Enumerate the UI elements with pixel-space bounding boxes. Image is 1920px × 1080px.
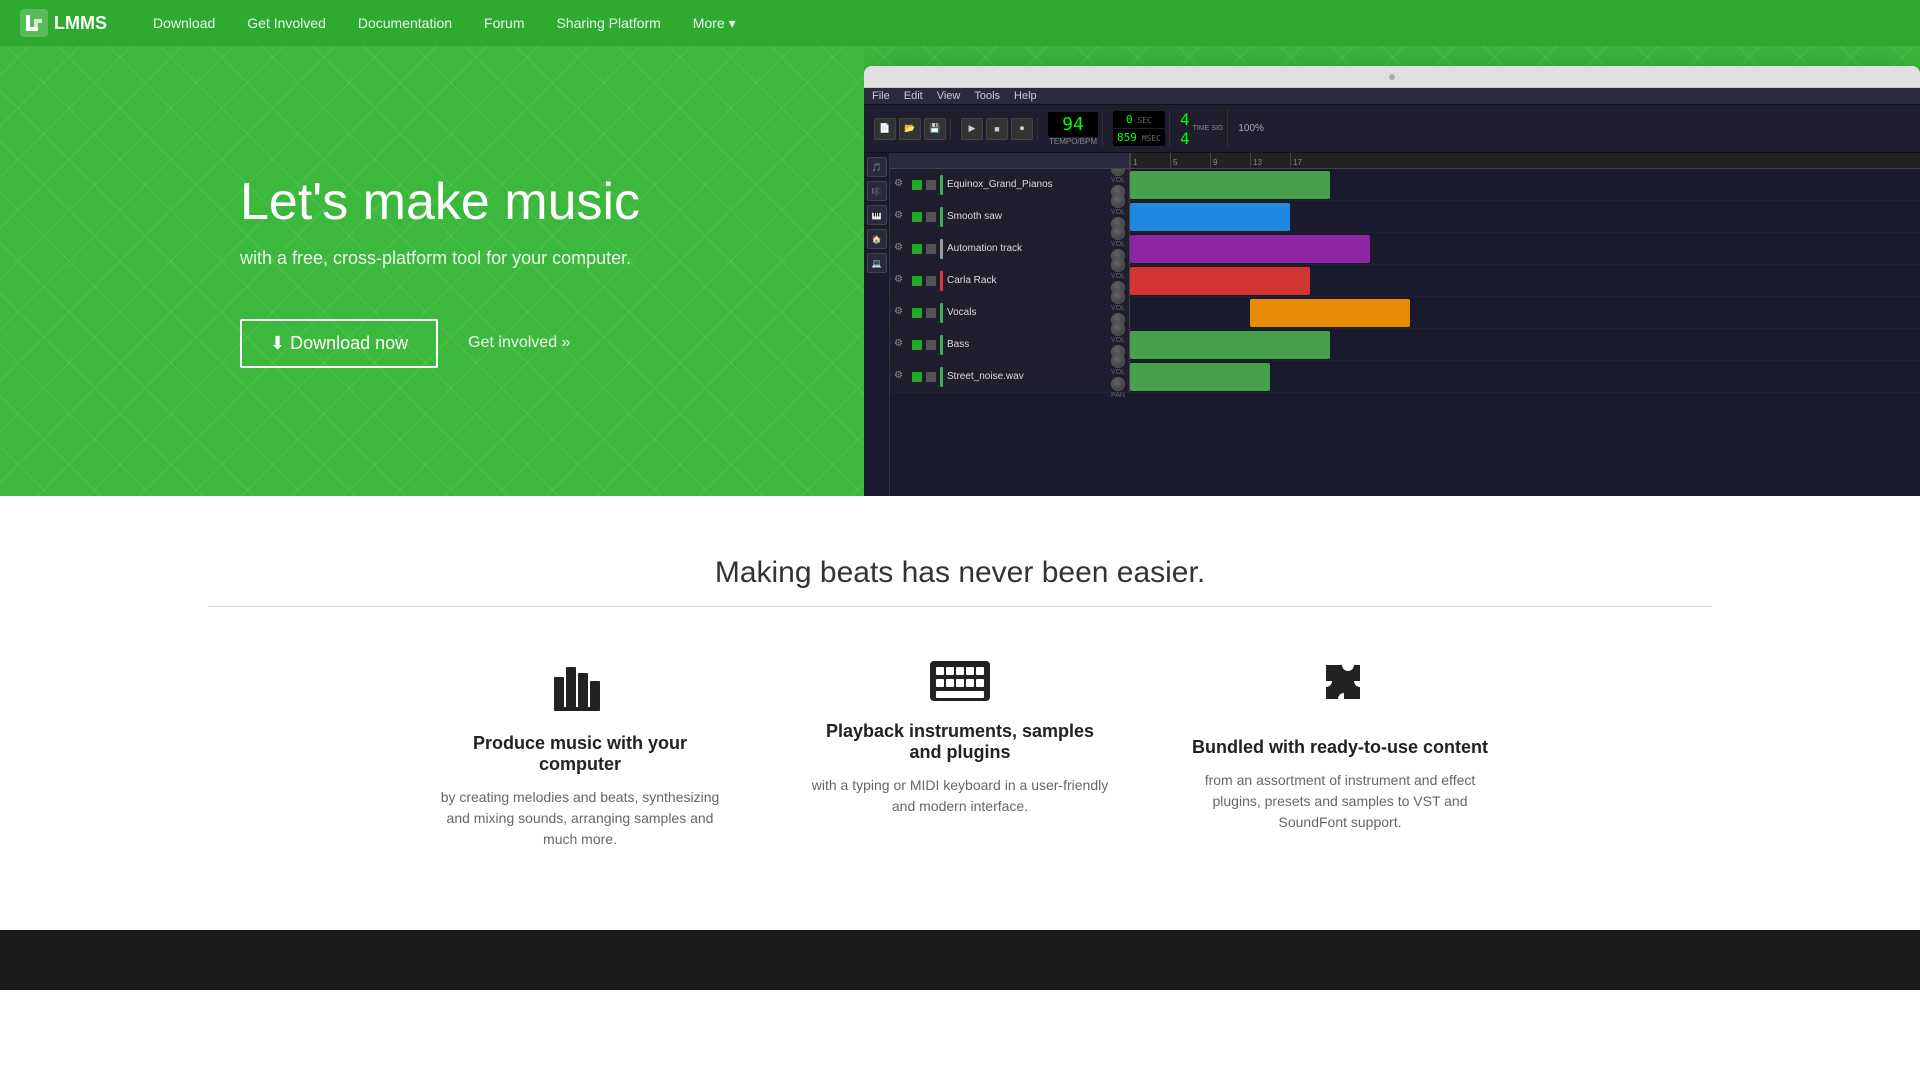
lmms-logo-icon: [20, 9, 48, 37]
feature-item-bundled: Bundled with ready-to-use content from a…: [1190, 657, 1490, 850]
feature-item-produce: Produce music with your computer by crea…: [430, 657, 730, 850]
produce-icon: [550, 657, 610, 717]
track-block-0-0[interactable]: [1130, 171, 1330, 199]
track-block-2-0[interactable]: [1130, 235, 1370, 263]
track-content-6[interactable]: [1130, 361, 1920, 392]
menu-tools[interactable]: Tools: [974, 90, 1000, 102]
track-pan-knob-6[interactable]: [1111, 377, 1125, 391]
track-vol-label-3: VOL: [1111, 273, 1125, 280]
track-vol-knob-0[interactable]: [1111, 169, 1125, 176]
features-title: Making beats has never been easier.: [20, 556, 1900, 590]
track-vol-label-6: VOL: [1111, 369, 1125, 376]
track-vol-knob-6[interactable]: [1111, 354, 1125, 368]
toolbar-group-time: 0 SEC 859 MSEC: [1109, 111, 1170, 146]
nav-links: Download Get Involved Documentation Foru…: [137, 0, 752, 46]
hero-title: Let's make music: [240, 174, 1056, 231]
time-sec: 0 SEC: [1113, 111, 1165, 128]
track-vol-knob-4[interactable]: [1111, 290, 1125, 304]
feature-icon-bundled: [1190, 657, 1490, 721]
nav-link-forum[interactable]: Forum: [468, 0, 540, 46]
feature-desc-playback: with a typing or MIDI keyboard in a user…: [810, 775, 1110, 817]
feature-title-playback: Playback instruments, samples and plugin…: [810, 721, 1110, 763]
feature-title-bundled: Bundled with ready-to-use content: [1190, 737, 1490, 758]
track-content-2[interactable]: [1130, 233, 1920, 264]
track-vol-knob-2[interactable]: [1111, 226, 1125, 240]
feature-desc-produce: by creating melodies and beats, synthesi…: [430, 787, 730, 850]
toolbar-group-timesig: 4 4 TIME SIG: [1176, 110, 1228, 148]
track-block-3-0[interactable]: [1130, 267, 1310, 295]
zoom-level[interactable]: 100%: [1238, 123, 1264, 134]
ruler-ticks: 1 5 9 13 17: [1130, 153, 1920, 168]
feature-icon-produce: [430, 657, 730, 717]
track-content-1[interactable]: [1130, 201, 1920, 232]
menu-view[interactable]: View: [937, 90, 961, 102]
app-titlebar: [864, 66, 1920, 88]
camera-dot: [1389, 74, 1395, 80]
track-vol-label-0: VOL: [1111, 177, 1125, 184]
nav-logo-text: LMMS: [54, 13, 107, 34]
nav-link-documentation[interactable]: Documentation: [342, 0, 468, 46]
keyboard-icon: [928, 657, 992, 705]
track-vol-label-1: VOL: [1111, 209, 1125, 216]
track-vol-knob-5[interactable]: [1111, 322, 1125, 336]
nav-link-download[interactable]: Download: [137, 0, 231, 46]
menu-edit[interactable]: Edit: [904, 90, 923, 102]
track-content-0[interactable]: [1130, 169, 1920, 200]
menu-help[interactable]: Help: [1014, 90, 1037, 102]
feature-title-produce: Produce music with your computer: [430, 733, 730, 775]
hero-subtitle: with a free, cross-platform tool for you…: [240, 248, 1056, 269]
features-section: Making beats has never been easier. Prod…: [0, 496, 1920, 930]
toolbar-group-zoom: 100%: [1234, 123, 1268, 134]
track-block-1-0[interactable]: [1130, 203, 1290, 231]
track-pan-label-6: PAN: [1111, 392, 1125, 399]
nav-logo[interactable]: LMMS: [20, 9, 107, 37]
track-vol-label-2: VOL: [1111, 241, 1125, 248]
ruler-tick-1: 1: [1130, 153, 1170, 168]
track-vol-knob-3[interactable]: [1111, 258, 1125, 272]
track-block-4-0[interactable]: [1250, 299, 1410, 327]
hero-section: Let's make music with a free, cross-plat…: [0, 46, 1920, 496]
hero-actions: ⬇ Download now Get involved »: [240, 319, 1056, 368]
track-vol-knob-1[interactable]: [1111, 194, 1125, 208]
nav-link-sharing[interactable]: Sharing Platform: [541, 0, 677, 46]
features-grid: Produce music with your computer by crea…: [360, 657, 1560, 850]
feature-icon-playback: [810, 657, 1110, 705]
feature-desc-bundled: from an assortment of instrument and eff…: [1190, 770, 1490, 833]
time-msec: 859 MSEC: [1113, 129, 1165, 146]
track-block-5-0[interactable]: [1130, 331, 1330, 359]
track-content-3[interactable]: [1130, 265, 1920, 296]
track-content-5[interactable]: [1130, 329, 1920, 360]
get-involved-link[interactable]: Get involved »: [468, 334, 570, 352]
ruler-tick-5: 5: [1170, 153, 1210, 168]
ruler-tick-17: 17: [1290, 153, 1330, 168]
track-vol-label-4: VOL: [1111, 305, 1125, 312]
feature-item-playback: Playback instruments, samples and plugin…: [810, 657, 1110, 850]
track-volpan-6: VOL PAN: [1111, 354, 1125, 399]
nav-link-more[interactable]: More ▾: [677, 0, 752, 46]
ruler-tick-13: 13: [1250, 153, 1290, 168]
app-menubar: File Edit View Tools Help: [864, 88, 1920, 105]
tempo-label: TEMPO/BPM: [1049, 137, 1097, 146]
track-block-6-0[interactable]: [1130, 363, 1270, 391]
footer-dark: [0, 930, 1920, 990]
track-vol-label-5: VOL: [1111, 337, 1125, 344]
features-divider: [208, 606, 1712, 607]
menu-file[interactable]: File: [872, 90, 890, 102]
download-now-button[interactable]: ⬇ Download now: [240, 319, 438, 368]
hero-content: Let's make music with a free, cross-plat…: [0, 114, 1056, 427]
puzzle-icon: [1308, 657, 1372, 721]
navbar: LMMS Download Get Involved Documentation…: [0, 0, 1920, 46]
ruler-tick-9: 9: [1210, 153, 1250, 168]
nav-link-get-involved[interactable]: Get Involved: [231, 0, 342, 46]
track-content-4[interactable]: [1130, 297, 1920, 328]
